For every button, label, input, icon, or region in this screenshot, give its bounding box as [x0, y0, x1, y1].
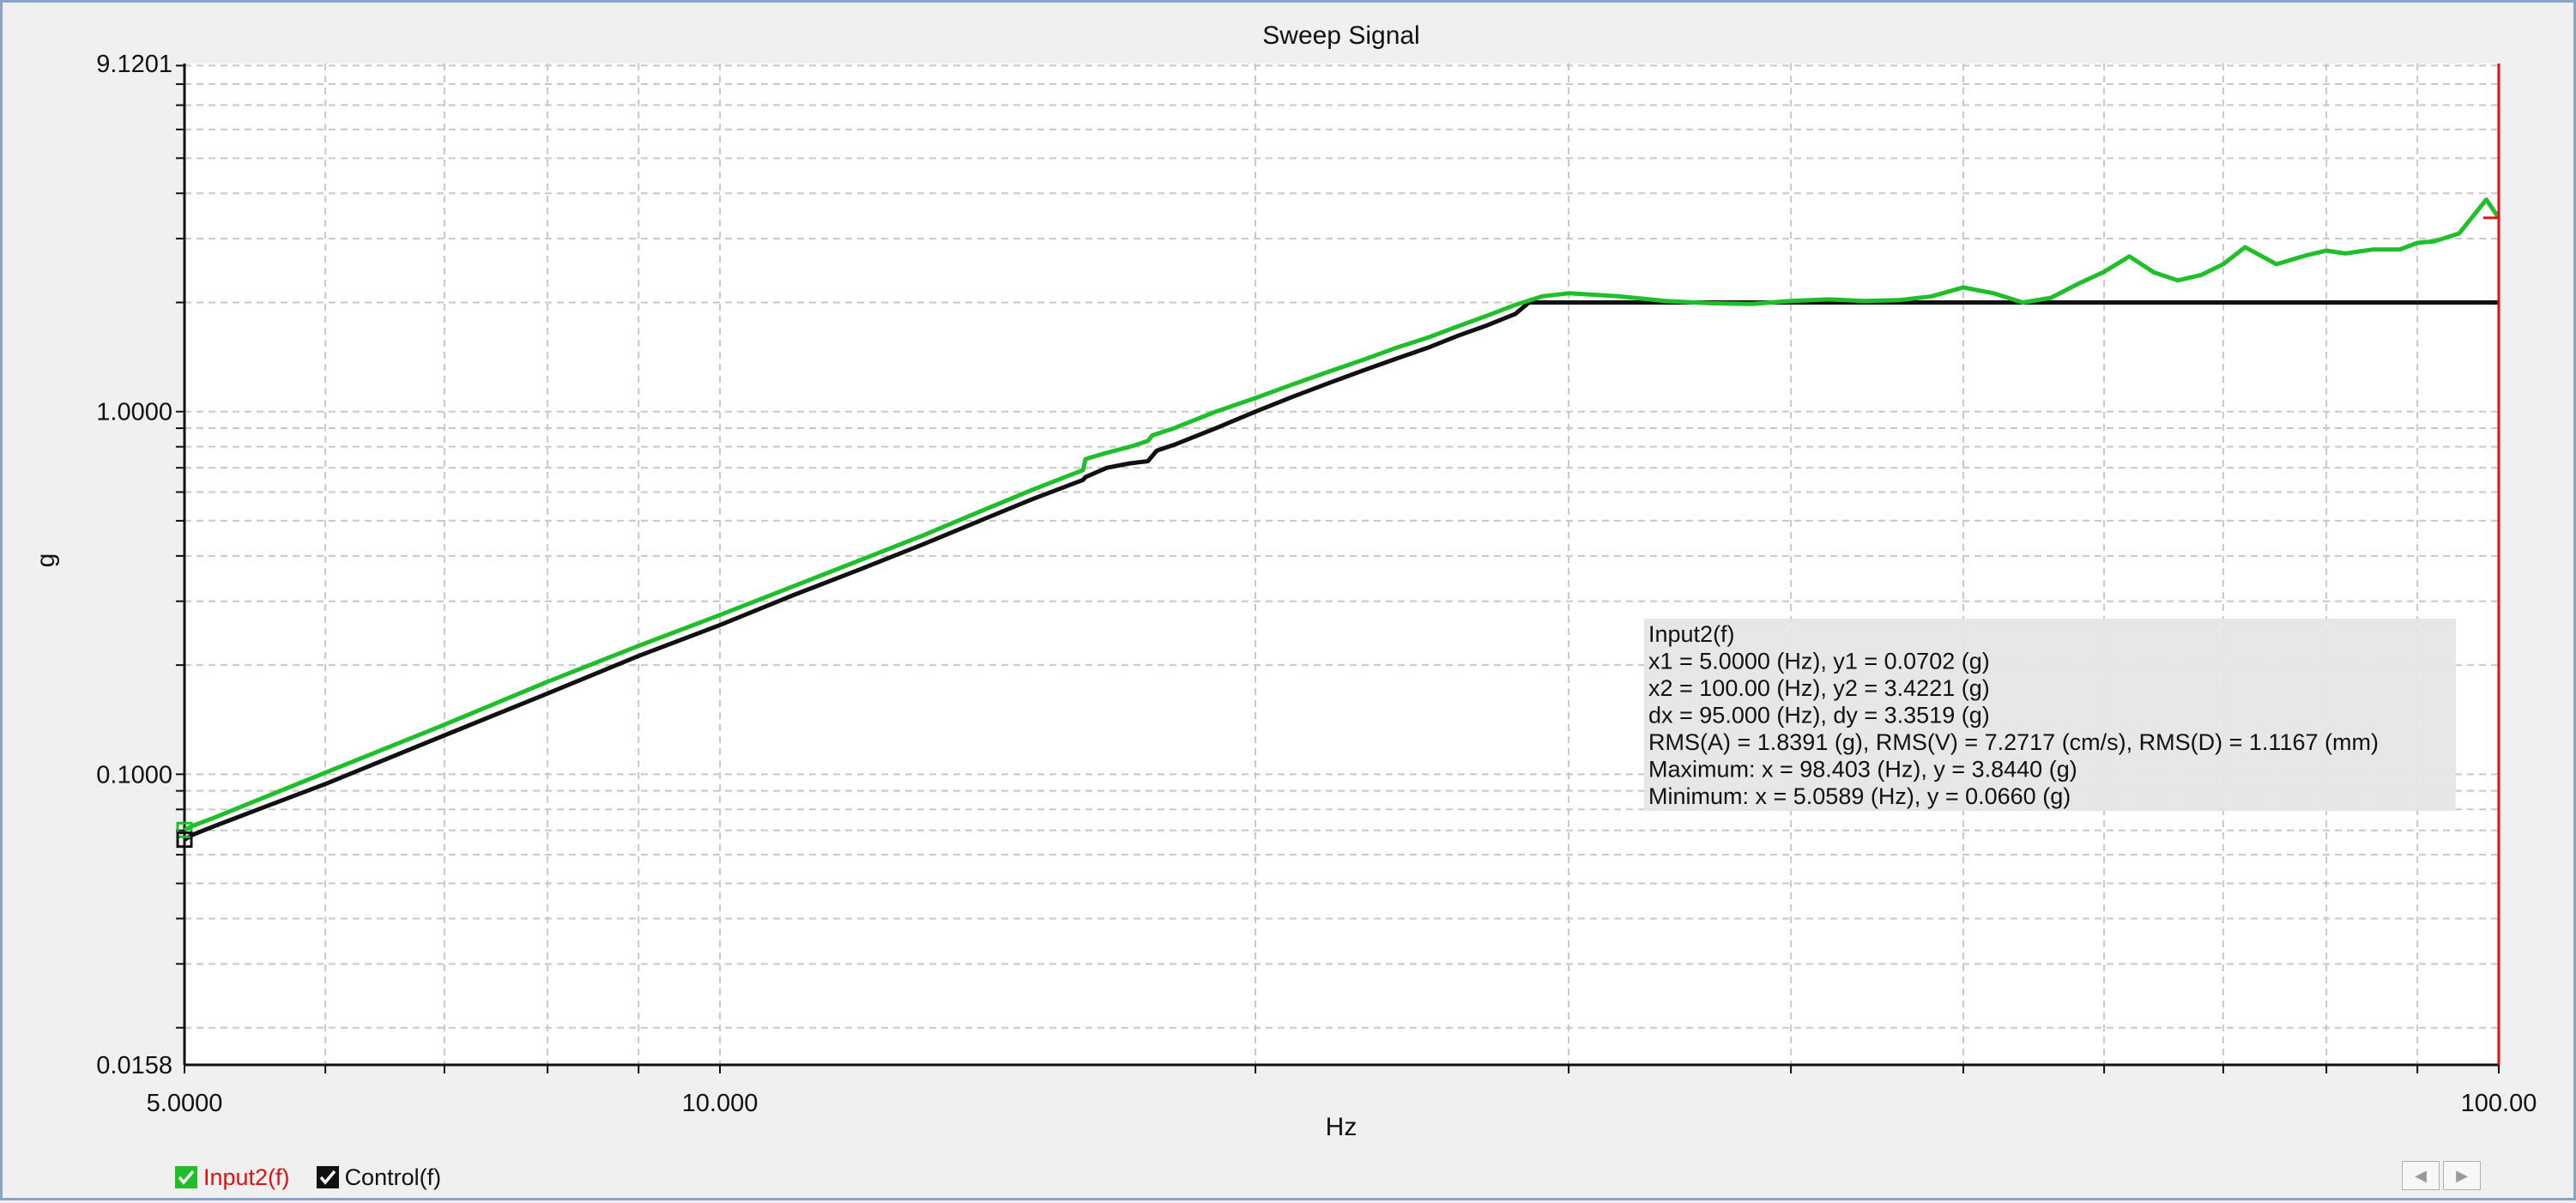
- y-axis-label: g: [32, 553, 60, 568]
- chevron-left-icon: ◀: [2415, 1166, 2427, 1185]
- info-box-line: x1 = 5.0000 (Hz), y1 = 0.0702 (g): [1648, 649, 1990, 674]
- y-tick-label: 0.1000: [96, 761, 172, 789]
- legend: Input2(f) Control(f): [174, 1158, 2443, 1197]
- info-box-line: Maximum: x = 98.403 (Hz), y = 3.8440 (g): [1648, 757, 2077, 783]
- legend-item[interactable]: Input2(f): [174, 1164, 290, 1191]
- scroll-right-button[interactable]: ▶: [2443, 1161, 2481, 1190]
- legend-item[interactable]: Control(f): [316, 1164, 442, 1191]
- chart: 9.1201 1.0000 0.1000 0.0158 5.0000 10.000 100.…: [32, 21, 2537, 1141]
- info-box-line: RMS(A) = 1.8391 (g), RMS(V) = 7.2717 (cm…: [1648, 729, 2379, 755]
- legend-scroll: ◀ ▶: [2402, 1161, 2481, 1190]
- y-tick-label: 0.0158: [96, 1052, 172, 1079]
- legend-label: Control(f): [344, 1164, 442, 1190]
- info-box-line: Minimum: x = 5.0589 (Hz), y = 0.0660 (g): [1648, 783, 2071, 809]
- legend-label: Input2(f): [203, 1164, 290, 1190]
- checkbox-icon[interactable]: [174, 1165, 198, 1189]
- info-box-line: dx = 95.000 (Hz), dy = 3.3519 (g): [1648, 703, 1990, 728]
- info-box: Input2(f)x1 = 5.0000 (Hz), y1 = 0.0702 (…: [1644, 619, 2456, 811]
- chevron-right-icon: ▶: [2456, 1166, 2468, 1185]
- info-box-line: x2 = 100.00 (Hz), y2 = 3.4221 (g): [1648, 675, 1990, 701]
- chart-window: 9.1201 1.0000 0.1000 0.0158 5.0000 10.000 100.…: [0, 0, 2576, 1200]
- checkbox-icon[interactable]: [316, 1165, 340, 1189]
- x-tick-label: 10.000: [682, 1090, 759, 1117]
- scroll-left-button[interactable]: ◀: [2402, 1161, 2440, 1190]
- plot-area: [184, 63, 2499, 1065]
- y-tick-label: 9.1201: [96, 51, 172, 78]
- x-tick-label: 100.00: [2461, 1090, 2537, 1117]
- x-tick-label: 5.0000: [147, 1090, 223, 1117]
- x-axis-label: Hz: [1326, 1113, 1358, 1141]
- y-tick-label: 1.0000: [96, 399, 172, 426]
- chart-title: Sweep Signal: [1262, 21, 1419, 50]
- info-box-line: Input2(f): [1648, 621, 1735, 647]
